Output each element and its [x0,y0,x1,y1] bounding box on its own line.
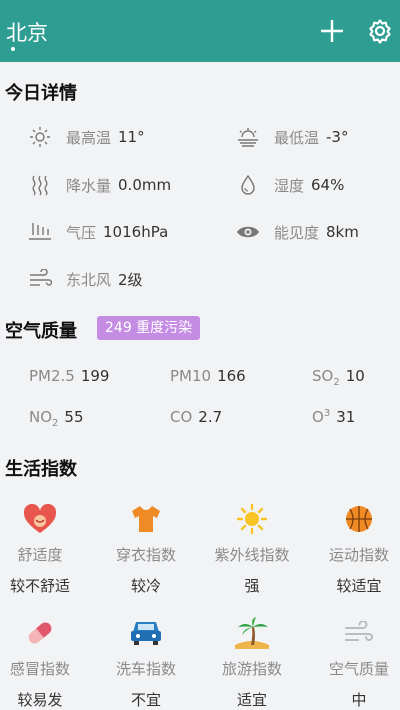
aq-o3: O3 31 [312,408,355,426]
wind-icon [30,269,52,286]
life-value: 较易发 [17,691,63,709]
life-air[interactable]: 空气质量 中 [309,616,400,710]
life-name: 空气质量 [328,660,389,678]
life-sport[interactable]: 运动指数 较适宜 [309,502,400,596]
life-name: 旅游指数 [221,660,282,678]
aq-value: 166 [217,367,246,385]
aq-label-sub: 2 [52,418,59,429]
aq-value: 55 [64,408,84,426]
palm-tree-icon [235,617,269,649]
detail-value: -3° [326,128,349,146]
aq-so2: SO2 10 [312,367,365,388]
life-comfort[interactable]: 舒适度 较不舒适 [0,502,90,596]
detail-pressure: 气压 1016hPa [28,219,168,245]
aq-co: CO 2.7 [170,408,222,426]
detail-visibility: 能见度 8km [236,219,359,245]
detail-wind: 东北风 2级 [28,266,143,292]
life-value: 不宜 [130,691,161,709]
detail-precipitation: 降水量 0.0mm [28,172,171,198]
wind-icon [345,621,373,641]
aq-label-sup: 3 [323,408,331,419]
heart-icon [23,504,57,533]
eye-icon [237,226,259,238]
settings-button[interactable] [367,18,393,44]
life-section-title: 生活指数 [5,459,77,480]
pill-icon [28,622,52,644]
detail-label: 降水量 [66,176,112,195]
sun-icon [236,503,268,535]
aq-label: CO [170,408,193,426]
life-value: 较冷 [130,577,161,595]
basketball-icon [346,506,372,532]
life-clothing[interactable]: 穿衣指数 较冷 [96,502,196,596]
aq-label: PM10 [170,367,212,385]
page-indicator-dot [11,47,15,51]
detail-value: 0.0mm [118,176,172,194]
life-value: 强 [244,577,260,595]
aq-label: PM2.5 [29,367,75,385]
add-city-button[interactable] [319,18,345,44]
drop-icon [241,174,255,195]
life-name: 感冒指数 [9,660,70,678]
aq-label: NO [29,408,53,426]
plus-icon [321,20,343,42]
detail-label: 湿度 [274,176,305,195]
air-section-title: 空气质量 [5,321,77,342]
aq-value: 199 [80,367,110,385]
detail-low-temp: 最低温 -3° [236,124,348,150]
detail-value: 64% [311,176,345,194]
life-name: 紫外线指数 [214,546,290,564]
aq-label: SO [312,367,334,385]
life-name: 洗车指数 [115,660,176,678]
life-uv[interactable]: 紫外线指数 强 [202,502,302,596]
life-name: 穿衣指数 [115,546,176,564]
pressure-icon [29,223,51,240]
aq-value: 31 [336,408,356,426]
car-icon [131,622,161,645]
rain-icon [32,175,48,196]
aq-label-sub: 2 [333,377,340,388]
detail-label: 最低温 [274,128,320,147]
aq-label: O [312,408,324,426]
detail-value: 11° [118,128,145,146]
aq-value: 10 [345,367,365,385]
detail-value: 8km [326,223,359,241]
aq-no2: NO2 55 [29,408,84,429]
sunset-icon [238,128,258,147]
life-value: 较不舒适 [9,577,70,595]
life-value: 适宜 [236,691,267,709]
life-name: 舒适度 [17,546,63,564]
top-bar: 北京 [0,0,400,62]
detail-label: 最高温 [66,128,112,147]
tshirt-icon [132,506,160,532]
detail-humidity: 湿度 64% [236,172,344,198]
sun-icon [30,127,50,147]
aqi-badge: 249 重度污染 [97,316,201,340]
today-section-title: 今日详情 [5,83,77,104]
life-cold[interactable]: 感冒指数 较易发 [0,616,90,710]
detail-value: 2级 [118,270,143,289]
gear-icon [369,19,391,44]
detail-label: 能见度 [274,223,320,242]
life-travel[interactable]: 旅游指数 适宜 [202,616,302,710]
aq-pm25: PM2.5 199 [29,367,109,385]
detail-high-temp: 最高温 11° [28,124,145,150]
life-carwash[interactable]: 洗车指数 不宜 [96,616,196,710]
city-name[interactable]: 北京 [6,17,48,47]
detail-label: 气压 [66,223,97,242]
detail-label: 东北风 [66,270,112,289]
life-value: 中 [351,691,367,709]
detail-value: 1016hPa [103,223,169,241]
life-name: 运动指数 [328,546,389,564]
aq-value: 2.7 [198,408,223,426]
life-value: 较适宜 [336,577,382,595]
aq-pm10: PM10 166 [170,367,246,385]
